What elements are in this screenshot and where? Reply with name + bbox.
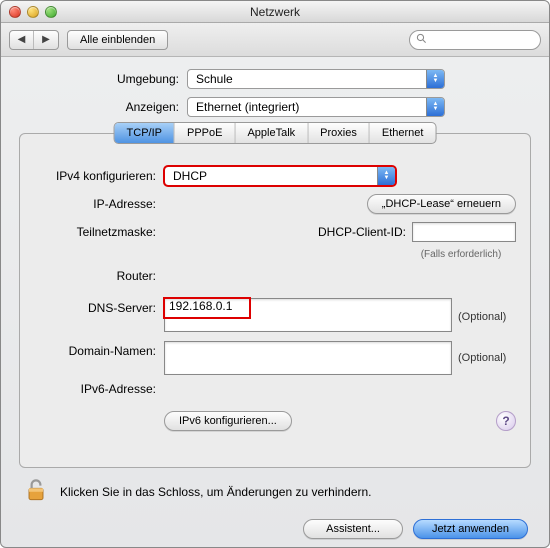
dhcp-client-label: DHCP-Client-ID: (318, 225, 412, 239)
zoom-icon[interactable] (45, 6, 57, 18)
dns-label: DNS-Server: (34, 298, 164, 315)
domain-optional: (Optional) (452, 352, 506, 364)
location-value: Schule (196, 72, 233, 86)
dns-row: DNS-Server: (Optional) (34, 298, 516, 335)
ipv6-addr-label: IPv6-Adresse: (34, 382, 164, 396)
apply-button[interactable]: Jetzt anwenden (413, 519, 528, 539)
tab-tcpip[interactable]: TCP/IP (115, 123, 175, 143)
assist-button[interactable]: Assistent... (303, 519, 403, 539)
configure-value: DHCP (173, 169, 207, 183)
tab-ethernet[interactable]: Ethernet (370, 123, 436, 143)
dropdown-arrows-icon: ▲▼ (377, 167, 395, 185)
lock-row: Klicken Sie in das Schloss, um Änderunge… (19, 468, 531, 515)
tcpip-panel: TCP/IP PPPoE AppleTalk Proxies Ethernet … (19, 133, 531, 468)
configure-label: IPv4 konfigurieren: (34, 169, 164, 183)
dropdown-arrows-icon: ▲▼ (426, 70, 444, 88)
dhcp-client-input[interactable] (412, 222, 516, 242)
subnet-row: Teilnetzmaske: DHCP-Client-ID: (34, 218, 516, 246)
tab-bar: TCP/IP PPPoE AppleTalk Proxies Ethernet (114, 122, 437, 144)
lock-text: Klicken Sie in das Schloss, um Änderunge… (60, 485, 372, 499)
lock-icon[interactable] (22, 476, 50, 507)
dropdown-arrows-icon: ▲▼ (426, 98, 444, 116)
ipv6-configure-button[interactable]: IPv6 konfigurieren... (164, 411, 292, 431)
domain-row: Domain-Namen: (Optional) (34, 341, 516, 375)
show-select[interactable]: Ethernet (integriert) ▲▼ (187, 97, 445, 117)
location-label: Umgebung: (19, 72, 187, 86)
router-row: Router: (34, 262, 516, 290)
search-field[interactable] (409, 30, 541, 50)
tab-appletalk[interactable]: AppleTalk (235, 123, 308, 143)
router-label: Router: (34, 269, 164, 283)
show-row: Anzeigen: Ethernet (integriert) ▲▼ (19, 97, 531, 117)
tab-pppoe[interactable]: PPPoE (175, 123, 235, 143)
toolbar: ◀ ▶ Alle einblenden (1, 23, 549, 57)
show-label: Anzeigen: (19, 100, 187, 114)
ip-row: IP-Adresse: „DHCP-Lease“ erneuern (34, 190, 516, 218)
renew-lease-button[interactable]: „DHCP-Lease“ erneuern (367, 194, 516, 214)
location-row: Umgebung: Schule ▲▼ (19, 69, 531, 89)
close-icon[interactable] (9, 6, 21, 18)
subnet-label: Teilnetzmaske: (34, 225, 164, 239)
configure-select[interactable]: DHCP ▲▼ (164, 166, 396, 186)
dhcp-client-hint: (Falls erforderlich) (406, 249, 516, 260)
nav-forward-button[interactable]: ▶ (34, 31, 58, 49)
dns-input[interactable] (164, 298, 452, 332)
tab-proxies[interactable]: Proxies (308, 123, 370, 143)
show-all-button[interactable]: Alle einblenden (67, 30, 168, 50)
search-input[interactable] (431, 33, 534, 47)
ip-label: IP-Adresse: (34, 197, 164, 211)
footer: Assistent... Jetzt anwenden (19, 515, 531, 539)
dns-optional: (Optional) (452, 311, 506, 323)
dhcp-hint-row: (Falls erforderlich) (34, 246, 516, 262)
nav-segment: ◀ ▶ (9, 30, 59, 50)
help-button[interactable]: ? (496, 411, 516, 431)
domain-label: Domain-Namen: (34, 341, 164, 358)
network-prefs-window: Netzwerk ◀ ▶ Alle einblenden Umgebung: S… (0, 0, 550, 548)
ipv6-addr-row: IPv6-Adresse: (34, 375, 516, 403)
window-controls (1, 6, 57, 18)
location-select[interactable]: Schule ▲▼ (187, 69, 445, 89)
titlebar: Netzwerk (1, 1, 549, 23)
window-title: Netzwerk (1, 5, 549, 19)
search-icon (416, 33, 427, 47)
show-value: Ethernet (integriert) (196, 100, 299, 114)
ipv6-btn-row: IPv6 konfigurieren... ? (34, 407, 516, 435)
minimize-icon[interactable] (27, 6, 39, 18)
domain-input[interactable] (164, 341, 452, 375)
content-area: Umgebung: Schule ▲▼ Anzeigen: Ethernet (… (1, 57, 549, 547)
nav-back-button[interactable]: ◀ (10, 31, 34, 49)
configure-row: IPv4 konfigurieren: DHCP ▲▼ (34, 162, 516, 190)
